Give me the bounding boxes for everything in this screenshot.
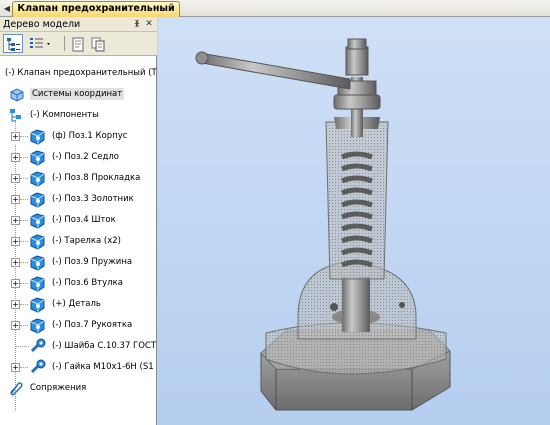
tree-item-part[interactable]: + (+) Деталь [0,294,157,315]
tree-item-label: (-) Гайка M10x1-6H (S1 [52,362,154,372]
tree-item-part[interactable]: + (-) Поз.8 Прокладка [0,168,157,189]
part-icon [30,234,45,250]
part-icon [30,171,45,187]
tree-item-label: (-) Поз.9 Пружина [52,257,133,267]
tree-item-part[interactable]: + (-) Поз.6 Втулка [0,273,157,294]
tree-item-label: (-) Поз.3 Золотник [52,194,134,204]
panel-header: Дерево модели ᚕ ✕ [0,17,157,32]
expand-icon[interactable]: + [11,195,20,204]
tree-item-part[interactable]: + (-) Поз.3 Золотник [0,189,157,210]
toolbar-separator [64,36,65,51]
tree-item-label: (-) Компоненты [30,110,99,120]
part-icon [30,129,45,145]
components-icon [10,109,21,122]
tree-item-label: (-) Поз.4 Шток [52,215,116,225]
tree-item-label: (+) Деталь [52,299,101,309]
tree-root-label: (-) Клапан предохранительный (Т [5,68,157,78]
expand-icon[interactable]: + [11,321,20,330]
expand-icon[interactable]: + [11,258,20,267]
tree-item-mates[interactable]: Сопряжения [0,378,157,399]
expand-icon[interactable]: + [11,216,20,225]
document-tab-bar: ◀ Клапан предохранительный [0,0,550,17]
tree-item-part[interactable]: + (-) Тарелка (x2) [0,231,157,252]
tree-item-label: (-) Поз.7 Рукоятка [52,320,133,330]
tree-guide-line [20,178,28,179]
tree-root[interactable]: (-) Клапан предохранительный (Т [0,63,157,84]
tree-item-label: Сопряжения [30,383,87,393]
tree-item-label: (-) Поз.8 Прокладка [52,173,141,183]
tree-item-components[interactable]: (-) Компоненты [0,105,157,126]
standard-part-icon [30,359,46,374]
hex-nut [333,38,381,110]
tree-item-label: (ф) Поз.1 Корпус [52,131,128,141]
tree-guide-line [20,262,28,263]
tree-guide-line [20,136,28,137]
tree-item-label: (-) Шайба С.10.37 ГОСТ [52,341,157,351]
panel-title: Дерево модели [3,19,81,30]
pin-icon[interactable]: ᚕ [132,19,142,29]
tree-item-part[interactable]: + (-) Поз.9 Пружина [0,252,157,273]
expand-icon[interactable]: + [11,132,20,141]
tree-item-coord-systems[interactable]: Системы координат [0,84,157,105]
tree-item-part[interactable]: + (-) Поз.2 Седло [0,147,157,168]
model-tree: (-) Клапан предохранительный (Т Системы … [0,56,157,425]
tree-item-standard[interactable]: (-) Шайба С.10.37 ГОСТ [0,336,157,357]
tree-guide-line [20,199,28,200]
valve-handle [195,51,351,90]
close-icon[interactable]: ✕ [144,19,154,29]
coordinate-system-icon [10,88,24,102]
part-icon [30,150,45,166]
part-icon [30,192,45,208]
mates-icon [10,382,23,396]
tree-item-label: (-) Поз.6 Втулка [52,278,123,288]
tree-guide-line [20,325,28,326]
part-icon [30,318,45,334]
properties-button[interactable] [68,34,88,53]
copy-properties-button[interactable] [88,34,108,53]
panel-toolbar [0,32,157,56]
expand-icon[interactable]: + [11,363,20,372]
tree-item-part[interactable]: + (ф) Поз.1 Корпус [0,126,157,147]
tree-guide-line [20,367,28,368]
tree-structure-icon [7,38,20,51]
model-viewport[interactable] [158,17,550,425]
expand-icon[interactable]: + [11,174,20,183]
tree-guide-line [16,346,29,347]
model-tree-panel: Дерево модели ᚕ ✕ (-) Клапан предохранит… [0,17,157,425]
list-view-dropdown-button[interactable] [26,34,54,53]
tree-item-standard[interactable]: + (-) Гайка M10x1-6H (S1 [0,357,157,378]
tree-guide-line [20,304,28,305]
expand-icon[interactable]: + [11,279,20,288]
tree-item-part[interactable]: + (-) Поз.7 Рукоятка [0,315,157,336]
tree-item-label: (-) Поз.2 Седло [52,152,119,162]
documents-icon [91,37,105,52]
part-icon [30,276,45,292]
standard-part-icon [30,338,46,353]
tree-item-label: Системы координат [30,88,125,100]
part-icon [30,213,45,229]
tree-item-part[interactable]: + (-) Поз.4 Шток [0,210,157,231]
expand-icon[interactable]: + [11,153,20,162]
tree-guide-line [20,220,28,221]
tree-guide-line [20,241,28,242]
tree-guide-line [20,283,28,284]
part-icon [30,297,45,313]
tab-document[interactable]: Клапан предохранительный [12,1,180,17]
tree-item-label: (-) Тарелка (x2) [52,236,121,246]
chevron-left-icon[interactable]: ◀ [2,3,12,14]
tree-guide-line [20,157,28,158]
part-icon [30,255,45,271]
expand-icon[interactable]: + [11,237,20,246]
valve-3d-model [195,38,451,411]
expand-icon[interactable]: + [11,300,20,309]
list-view-icon [30,38,50,48]
document-icon [72,37,84,52]
tree-view-button[interactable] [3,34,23,53]
